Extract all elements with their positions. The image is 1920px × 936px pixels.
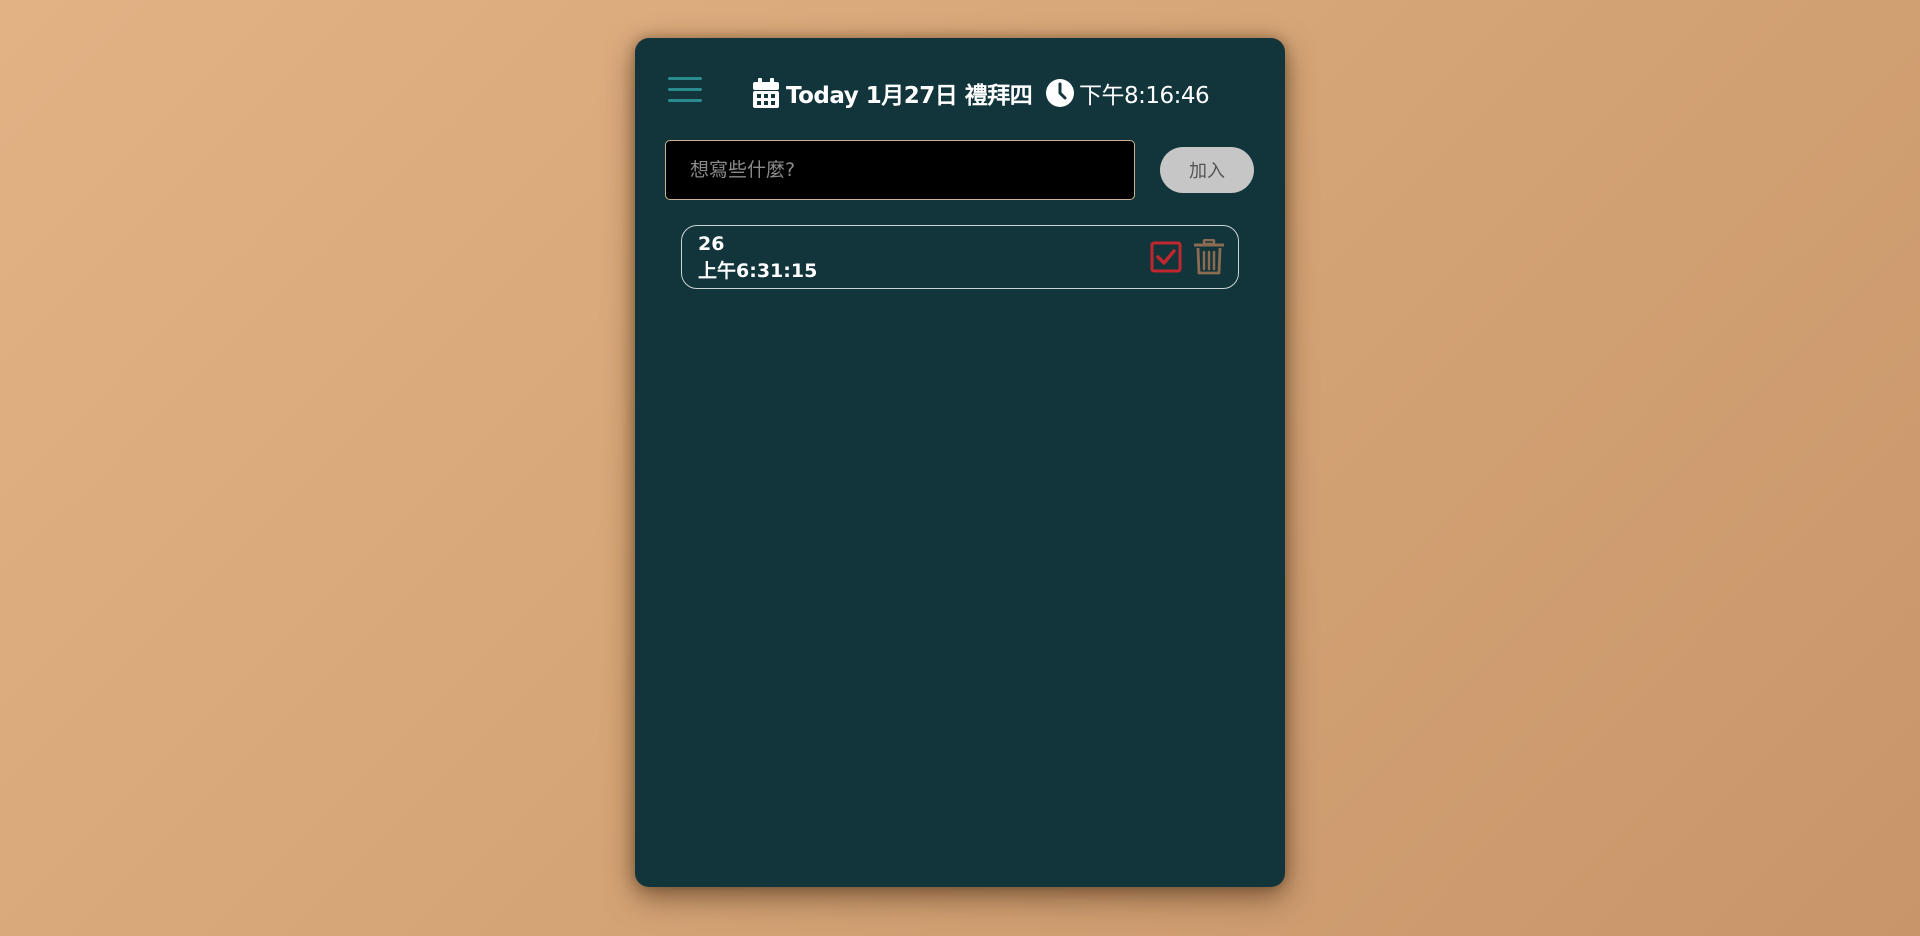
time-display: 下午8:16:46	[1046, 76, 1210, 110]
menu-bar	[668, 99, 702, 102]
date-text: Today 1月27日 禮拜四	[786, 83, 1033, 109]
todo-list: 26 上午6:31:15	[681, 225, 1239, 289]
menu-bar	[668, 88, 702, 91]
todo-text-line: 26	[698, 233, 725, 255]
header: Today 1月27日 禮拜四 下午8:16:46	[635, 38, 1285, 148]
trash-icon[interactable]	[1194, 239, 1224, 275]
date-display: Today 1月27日 禮拜四	[753, 76, 1033, 110]
todo-text: 26 上午6:31:15	[698, 231, 817, 285]
calendar-icon	[753, 78, 779, 108]
clock-icon	[1046, 79, 1074, 107]
add-button[interactable]: 加入	[1160, 147, 1254, 193]
time-text: 下午8:16:46	[1079, 83, 1210, 109]
todo-input[interactable]	[665, 140, 1135, 200]
check-square-icon[interactable]	[1150, 241, 1182, 273]
todo-timestamp: 上午6:31:15	[698, 260, 818, 282]
hamburger-menu-icon[interactable]	[668, 75, 702, 105]
menu-bar	[668, 77, 702, 80]
todo-item: 26 上午6:31:15	[681, 225, 1239, 289]
todo-app-card: Today 1月27日 禮拜四 下午8:16:46 加入 26 上午6:31:1…	[635, 38, 1285, 887]
